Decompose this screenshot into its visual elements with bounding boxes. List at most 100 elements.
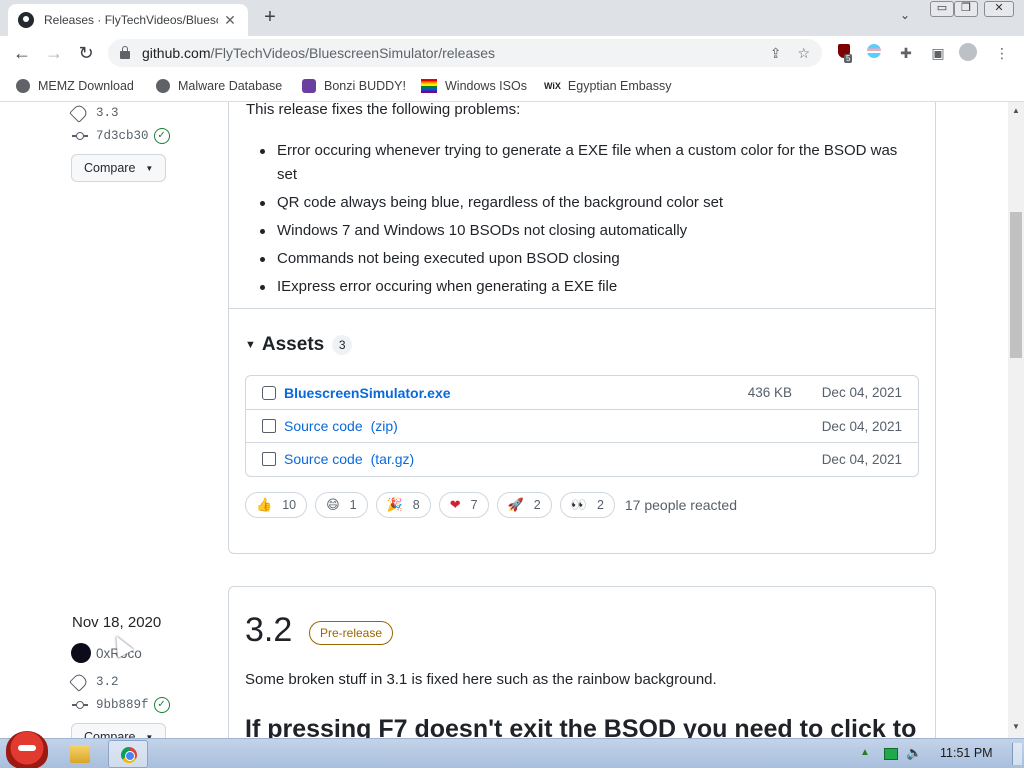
tray-arrow-icon[interactable]: ▲ xyxy=(860,747,874,759)
chrome-icon xyxy=(121,747,137,763)
asset-link[interactable]: Source code xyxy=(284,451,363,467)
reaction-count: 8 xyxy=(412,498,420,512)
bookmark-malware-database[interactable]: Malware Database xyxy=(156,77,282,95)
tab-releases[interactable]: Releases · FlyTechVideos/Bluesc ✕ xyxy=(8,4,248,36)
fix-item: QR code always being blue, regardless of… xyxy=(260,191,917,215)
asset-link[interactable]: BluescreenSimulator.exe xyxy=(284,385,451,401)
menu-kebab-icon[interactable]: ⋮ xyxy=(992,43,1012,63)
tab-search-icon[interactable]: ⌄ xyxy=(896,8,914,26)
release-commit-3-3[interactable]: 7d3cb30 ✓ xyxy=(72,128,170,144)
release-date: Nov 18, 2020 xyxy=(72,614,162,631)
page-viewport: 3.3 7d3cb30 ✓ Compare ▼ This release fix… xyxy=(0,102,1008,738)
fix-item: Commands not being executed upon BSOD cl… xyxy=(260,247,917,271)
globe-icon xyxy=(16,79,30,93)
tab-title: Releases · FlyTechVideos/Bluesc xyxy=(44,13,218,27)
profile-avatar-icon[interactable] xyxy=(958,43,978,63)
side-panel-icon[interactable]: ▣ xyxy=(928,43,948,63)
minimize-button[interactable]: ▭ xyxy=(930,1,954,17)
tag-label: 3.3 xyxy=(96,106,119,120)
thumbs-up-icon: 👍 xyxy=(256,497,273,512)
release-title[interactable]: 3.2 xyxy=(245,611,292,650)
tab-close-icon[interactable]: ✕ xyxy=(222,12,238,29)
bookmark-label: Egyptian Embassy xyxy=(567,79,672,93)
forward-icon[interactable]: → xyxy=(42,41,66,65)
vertical-scrollbar[interactable]: ▲ ▼ xyxy=(1008,102,1024,738)
close-window-button[interactable]: ✕ xyxy=(984,1,1014,17)
commit-sha: 9bb889f xyxy=(96,698,149,712)
asset-list: BluescreenSimulator.exe 436 KB Dec 04, 2… xyxy=(245,375,919,477)
wix-icon: WiX xyxy=(544,81,561,91)
release-tag-3-3[interactable]: 3.3 xyxy=(69,103,119,123)
fix-item: IExpress error occuring when generating … xyxy=(260,275,917,299)
release-intro: This release fixes the following problem… xyxy=(246,102,521,118)
release-heading: If pressing F7 doesn't exit the BSOD you… xyxy=(245,715,917,738)
bookmark-windows-isos[interactable]: Windows ISOs xyxy=(421,77,527,95)
bookmarks-bar: MEMZ Download Malware Database Bonzi BUD… xyxy=(0,70,1024,102)
release-commit-3-2[interactable]: 9bb889f ✓ xyxy=(72,697,170,713)
asset-link[interactable]: Source code xyxy=(284,418,363,434)
commit-sha: 7d3cb30 xyxy=(96,129,149,143)
reaction-summary: 17 people reacted xyxy=(624,497,737,513)
taskbar: ▲ 🔈 11:51 PM xyxy=(0,731,1024,768)
reaction-count: 2 xyxy=(533,498,541,512)
reaction-laugh[interactable]: 😄 1 xyxy=(315,492,368,518)
asset-date: Dec 04, 2021 xyxy=(821,385,902,400)
reaction-eyes[interactable]: 👀 2 xyxy=(559,492,615,518)
reload-icon[interactable]: ↻ xyxy=(74,41,98,65)
reaction-hooray[interactable]: 🎉 8 xyxy=(375,492,431,518)
bookmark-label: Malware Database xyxy=(178,79,283,93)
reaction-heart[interactable]: ❤ 7 xyxy=(438,492,489,518)
new-tab-button[interactable]: + xyxy=(258,6,282,30)
address-bar[interactable]: github.com/FlyTechVideos/BluescreenSimul… xyxy=(108,39,822,67)
reaction-thumbs-up[interactable]: 👍 10 xyxy=(245,492,308,518)
commit-icon xyxy=(72,131,88,141)
taskbar-chrome-button[interactable] xyxy=(108,740,148,768)
tag-icon xyxy=(69,103,89,123)
assets-heading: Assets xyxy=(261,334,325,355)
tag-label: 3.2 xyxy=(96,675,119,689)
tray-volume-icon[interactable]: 🔈 xyxy=(906,745,922,760)
bookmark-egyptian-embassy[interactable]: WiX Egyptian Embassy xyxy=(544,77,671,95)
share-icon[interactable]: ⇪ xyxy=(770,45,782,62)
asset-row: BluescreenSimulator.exe 436 KB Dec 04, 2… xyxy=(246,376,918,409)
bookmark-memz[interactable]: MEMZ Download xyxy=(16,77,134,95)
restore-button[interactable]: ❐ xyxy=(954,1,978,17)
tray-network-icon[interactable] xyxy=(884,748,898,760)
globe-icon xyxy=(156,79,170,93)
asset-row: Source code (zip) Dec 04, 2021 xyxy=(246,409,918,442)
scroll-up-icon[interactable]: ▲ xyxy=(1012,106,1020,115)
show-desktop-button[interactable] xyxy=(1012,743,1022,765)
bookmark-star-icon[interactable]: ☆ xyxy=(797,45,810,62)
release-card-3-3: This release fixes the following problem… xyxy=(228,102,936,554)
release-body: Some broken stuff in 3.1 is fixed here s… xyxy=(245,671,717,688)
lock-icon xyxy=(120,46,130,59)
url-text[interactable]: github.com/FlyTechVideos/BluescreenSimul… xyxy=(142,45,754,61)
bonzi-icon xyxy=(302,79,316,93)
asset-format[interactable]: (zip) xyxy=(371,418,398,434)
reaction-count: 7 xyxy=(470,498,478,512)
ublock-extension-icon[interactable]: 5 xyxy=(834,43,854,63)
asset-date: Dec 04, 2021 xyxy=(821,451,902,467)
extensions-puzzle-icon[interactable]: ✚ xyxy=(896,43,916,63)
reaction-count: 10 xyxy=(282,498,297,512)
reaction-rocket[interactable]: 🚀 2 xyxy=(496,492,552,518)
pre-release-badge: Pre-release xyxy=(309,621,394,645)
taskbar-clock[interactable]: 11:51 PM xyxy=(940,746,993,760)
scroll-down-icon[interactable]: ▼ xyxy=(1012,722,1020,731)
file-explorer-icon[interactable] xyxy=(70,745,90,763)
compare-button[interactable]: Compare ▼ xyxy=(71,154,167,182)
compare-button[interactable]: Compare ▼ xyxy=(71,723,167,738)
assets-toggle[interactable]: ▼ Assets 3 xyxy=(245,334,353,356)
bookmark-bonzi-buddy[interactable]: Bonzi BUDDY! xyxy=(302,77,406,95)
github-icon xyxy=(18,12,34,28)
caret-down-icon: ▼ xyxy=(145,163,154,173)
back-icon[interactable]: ← xyxy=(10,41,34,65)
flag-extension-icon[interactable] xyxy=(864,43,884,63)
bookmark-label: MEMZ Download xyxy=(38,79,134,93)
scrollbar-thumb[interactable] xyxy=(1010,212,1022,358)
start-button-angry-bird-icon[interactable] xyxy=(6,731,48,768)
asset-format[interactable]: (tar.gz) xyxy=(371,451,415,467)
commit-icon xyxy=(72,700,88,710)
package-icon xyxy=(262,385,276,400)
release-tag-3-2[interactable]: 3.2 xyxy=(69,672,119,692)
